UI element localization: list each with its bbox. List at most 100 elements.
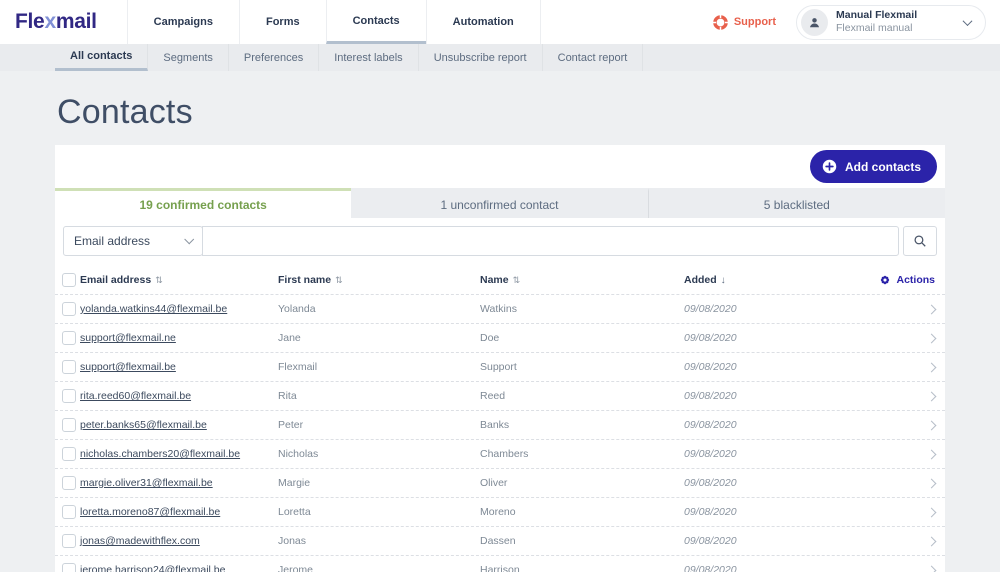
contact-email-link[interactable]: loretta.moreno87@flexmail.be [80,506,220,518]
subnav-item-segments[interactable]: Segments [148,44,229,71]
subnav-item-contact-report[interactable]: Contact report [543,44,644,71]
contact-last-name: Reed [480,390,684,402]
contact-email-link[interactable]: yolanda.watkins44@flexmail.be [80,303,227,315]
chevron-down-icon [184,234,194,244]
search-button[interactable] [903,226,937,256]
tab-confirmed-contacts[interactable]: 19 confirmed contacts [55,188,351,218]
row-checkbox[interactable] [62,360,76,374]
row-checkbox[interactable] [62,534,76,548]
contact-email-link[interactable]: jerome.harrison24@flexmail.be [80,564,225,572]
row-checkbox[interactable] [62,563,76,572]
add-contacts-button[interactable]: Add contacts [810,150,937,183]
sort-icon[interactable]: ⇅ [335,275,343,285]
search-icon [913,234,927,248]
sort-icon[interactable]: ⇅ [155,275,163,285]
search-input[interactable] [202,226,899,256]
top-nav: Flexmail Campaigns Forms Contacts Automa… [0,0,1000,44]
column-header-added[interactable]: Added ↓ [684,274,879,286]
contact-last-name: Watkins [480,303,684,315]
table-row[interactable]: margie.oliver31@flexmail.be Margie Olive… [55,469,945,498]
actions-menu-button[interactable]: Actions [879,274,935,286]
contact-email-link[interactable]: support@flexmail.be [80,361,176,373]
nav-item-automation[interactable]: Automation [426,0,541,44]
contacts-card: Add contacts 19 confirmed contacts 1 unc… [55,145,945,572]
row-checkbox[interactable] [62,389,76,403]
column-header-first-name[interactable]: First name ⇅ [278,274,480,286]
tab-unconfirmed-contacts[interactable]: 1 unconfirmed contact [351,188,647,218]
chevron-right-icon[interactable] [927,449,937,459]
contact-email-link[interactable]: support@flexmail.ne [80,332,176,344]
chevron-right-icon[interactable] [927,391,937,401]
contact-added-date: 09/08/2020 [684,390,915,402]
contact-first-name: Loretta [278,506,480,518]
column-label: Added [684,274,717,286]
column-header-email[interactable]: Email address⇅ [80,274,278,286]
avatar [801,9,828,36]
contact-first-name: Flexmail [278,361,480,373]
sort-icon[interactable]: ⇅ [513,275,521,285]
contact-email-link[interactable]: nicholas.chambers20@flexmail.be [80,448,240,460]
support-label: Support [734,16,776,28]
flexmail-logo[interactable]: Flexmail [0,0,127,44]
nav-item-contacts[interactable]: Contacts [326,0,426,44]
tab-blacklisted-contacts[interactable]: 5 blacklisted [648,188,945,218]
chevron-right-icon[interactable] [927,420,937,430]
chevron-right-icon[interactable] [927,536,937,546]
logo-text: Fle [15,10,44,34]
account-menu[interactable]: Manual Flexmail Flexmail manual [796,5,986,40]
chevron-right-icon[interactable] [927,333,937,343]
column-header-name[interactable]: Name ⇅ [480,274,684,286]
contact-email-link[interactable]: margie.oliver31@flexmail.be [80,477,213,489]
contact-last-name: Banks [480,419,684,431]
table-body: yolanda.watkins44@flexmail.be Yolanda Wa… [55,295,945,572]
table-row[interactable]: jerome.harrison24@flexmail.be Jerome Har… [55,556,945,572]
nav-item-campaigns[interactable]: Campaigns [127,0,239,44]
status-tabs: 19 confirmed contacts 1 unconfirmed cont… [55,188,945,218]
top-nav-right: Support Manual Flexmail Flexmail manual [713,0,1000,44]
table-row[interactable]: yolanda.watkins44@flexmail.be Yolanda Wa… [55,295,945,324]
contact-email-link[interactable]: peter.banks65@flexmail.be [80,419,207,431]
table-row[interactable]: loretta.moreno87@flexmail.be Loretta Mor… [55,498,945,527]
support-link[interactable]: Support [713,15,776,30]
row-checkbox[interactable] [62,331,76,345]
table-row[interactable]: rita.reed60@flexmail.be Rita Reed 09/08/… [55,382,945,411]
column-label: First name [278,274,331,286]
subnav-item-preferences[interactable]: Preferences [229,44,319,71]
chevron-right-icon[interactable] [927,507,937,517]
row-checkbox[interactable] [62,447,76,461]
row-checkbox[interactable] [62,476,76,490]
table-row[interactable]: nicholas.chambers20@flexmail.be Nicholas… [55,440,945,469]
contact-added-date: 09/08/2020 [684,448,915,460]
subnav-item-unsubscribe-report[interactable]: Unsubscribe report [419,44,543,71]
table-row[interactable]: peter.banks65@flexmail.be Peter Banks 09… [55,411,945,440]
subnav-item-interest-labels[interactable]: Interest labels [319,44,418,71]
chevron-right-icon[interactable] [927,478,937,488]
table-row[interactable]: support@flexmail.ne Jane Doe 09/08/2020 [55,324,945,353]
contact-added-date: 09/08/2020 [684,477,915,489]
contact-added-date: 09/08/2020 [684,419,915,431]
nav-item-forms[interactable]: Forms [239,0,326,44]
row-checkbox[interactable] [62,302,76,316]
primary-nav: Campaigns Forms Contacts Automation [127,0,541,44]
chevron-right-icon[interactable] [927,304,937,314]
select-all-checkbox[interactable] [62,273,76,287]
contact-last-name: Oliver [480,477,684,489]
search-field-selector[interactable]: Email address [63,226,203,256]
table-row[interactable]: support@flexmail.be Flexmail Support 09/… [55,353,945,382]
chevron-right-icon[interactable] [927,565,937,572]
contact-first-name: Margie [278,477,480,489]
table-row[interactable]: jonas@madewithflex.com Jonas Dassen 09/0… [55,527,945,556]
contact-last-name: Dassen [480,535,684,547]
contact-added-date: 09/08/2020 [684,535,915,547]
sort-desc-icon[interactable]: ↓ [721,275,726,286]
chevron-right-icon[interactable] [927,362,937,372]
add-contacts-label: Add contacts [845,160,921,174]
row-checkbox[interactable] [62,505,76,519]
subnav-item-all-contacts[interactable]: All contacts [55,44,148,71]
contact-email-link[interactable]: rita.reed60@flexmail.be [80,390,191,402]
row-checkbox[interactable] [62,418,76,432]
column-label: Name [480,274,509,286]
gear-icon [879,274,891,286]
contact-email-link[interactable]: jonas@madewithflex.com [80,535,200,547]
page-title: Contacts [57,93,945,132]
